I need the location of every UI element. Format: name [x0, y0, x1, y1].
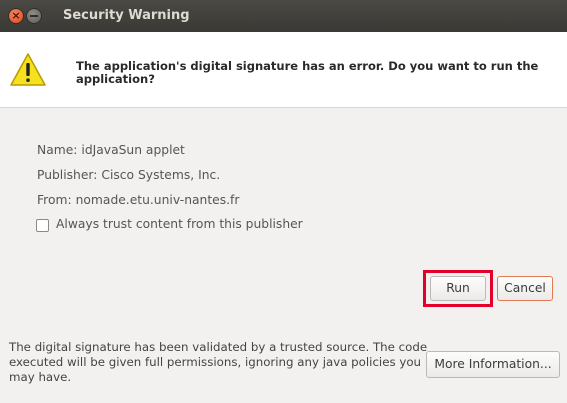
cancel-button[interactable]: Cancel — [497, 276, 553, 301]
signature-info-text: The digital signature has been validated… — [9, 340, 428, 384]
close-icon: × — [11, 9, 21, 22]
name-row: Name: idJavaSun applet — [37, 143, 185, 157]
minimize-icon — [30, 15, 38, 17]
run-button[interactable]: Run — [430, 276, 486, 301]
close-window-button[interactable]: × — [9, 9, 23, 23]
more-information-button[interactable]: More Information... — [426, 351, 560, 378]
window-title: Security Warning — [63, 8, 190, 23]
from-label: From: — [37, 193, 72, 207]
trust-publisher-label[interactable]: Always trust content from this publisher — [56, 217, 303, 231]
from-row: From: nomade.etu.univ-nantes.fr — [37, 193, 239, 207]
trust-publisher-checkbox[interactable] — [36, 219, 49, 232]
name-label: Name: — [37, 143, 78, 157]
title-bar: × Security Warning — [0, 0, 567, 32]
warning-icon — [10, 53, 46, 86]
from-value: nomade.etu.univ-nantes.fr — [75, 193, 240, 207]
warning-message: The application's digital signature has … — [76, 59, 539, 86]
warning-header: The application's digital signature has … — [0, 32, 567, 107]
name-value: idJavaSun applet — [81, 143, 185, 157]
publisher-value: Cisco Systems, Inc. — [101, 168, 221, 182]
minimize-window-button[interactable] — [27, 9, 41, 23]
security-warning-dialog: × Security Warning The application's dig… — [0, 0, 567, 403]
divider — [0, 107, 567, 108]
publisher-label: Publisher: — [37, 168, 98, 182]
publisher-row: Publisher: Cisco Systems, Inc. — [37, 168, 220, 182]
